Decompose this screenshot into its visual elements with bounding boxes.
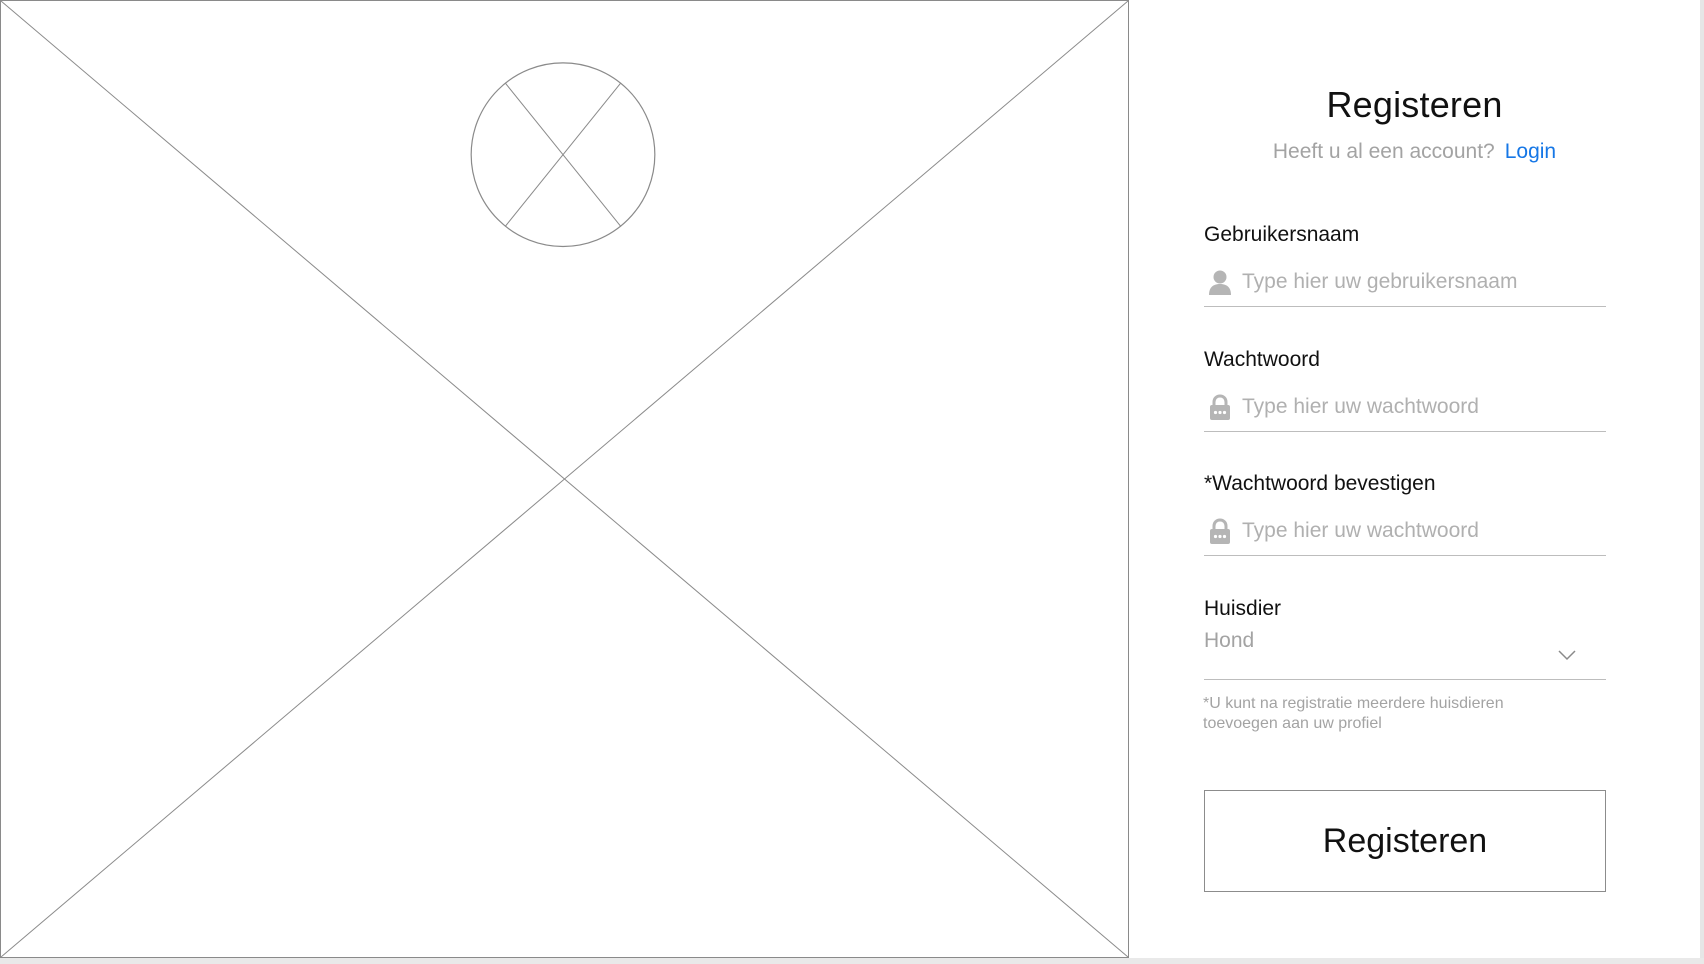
login-prompt-text: Heeft u al een account? (1272, 140, 1495, 163)
username-label: Gebruikersnaam (1204, 223, 1360, 246)
placeholder-cross-graphic (1, 1, 1128, 957)
window-edge-bottom (0, 958, 1704, 964)
pet-select-value: Hond (1204, 629, 1255, 652)
login-link[interactable]: Login (1505, 140, 1556, 163)
login-prompt: Heeft u al een account? Login (1129, 140, 1700, 164)
username-field: Gebruikersnaam (1204, 223, 1606, 307)
user-icon (1208, 269, 1232, 295)
password-input-row (1204, 383, 1606, 432)
password-input[interactable] (1242, 395, 1592, 419)
password-field: Wachtwoord (1204, 348, 1606, 432)
password-label: Wachtwoord (1204, 348, 1320, 371)
pet-select[interactable]: Hond (1204, 629, 1606, 680)
confirm-password-field: *Wachtwoord bevestigen (1204, 472, 1606, 556)
username-input[interactable] (1242, 270, 1592, 294)
register-button[interactable]: Registeren (1204, 790, 1606, 892)
hero-image-placeholder (0, 0, 1129, 958)
lock-icon (1208, 394, 1232, 420)
confirm-password-label: *Wachtwoord bevestigen (1204, 472, 1436, 495)
username-input-row (1204, 258, 1606, 307)
chevron-down-icon (1558, 649, 1576, 661)
pet-label: Huisdier (1204, 597, 1282, 620)
confirm-password-input-row (1204, 507, 1606, 556)
lock-icon (1208, 518, 1232, 544)
window-edge-right (1700, 0, 1704, 964)
pet-note: *U kunt na registratie meerdere huisdier… (1203, 695, 1504, 732)
page-title: Registeren (1326, 84, 1503, 125)
pet-field: Huisdier Hond (1204, 597, 1606, 680)
confirm-password-input[interactable] (1242, 519, 1592, 543)
register-panel: Registeren Heeft u al een account? Login … (1129, 0, 1700, 958)
